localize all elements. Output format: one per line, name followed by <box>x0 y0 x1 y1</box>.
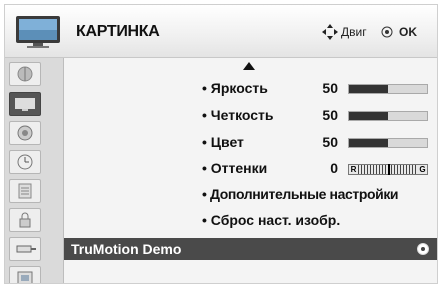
menu-item-tint[interactable]: • Оттенки <box>202 160 267 176</box>
menu-item-truemotion-demo[interactable]: TruMotion Demo <box>64 238 437 260</box>
menu-header: КАРТИНКА Двиг OK <box>5 5 437 58</box>
color-label: • Цвет <box>202 134 244 150</box>
ok-hint: OK <box>399 25 417 39</box>
brightness-slider[interactable] <box>348 84 428 94</box>
lock-icon[interactable] <box>9 208 41 232</box>
brightness-label: • Яркость <box>202 80 268 96</box>
usb-icon[interactable] <box>9 266 41 283</box>
input-icon[interactable] <box>9 237 41 261</box>
time-icon[interactable] <box>9 150 41 174</box>
menu-item-sharpness[interactable]: • Четкость <box>202 107 274 123</box>
advanced-label: • Дополнительные настройки <box>202 186 399 202</box>
audio-icon[interactable] <box>9 121 41 145</box>
truemotion-label: TruMotion Demo <box>71 241 182 257</box>
sharpness-slider[interactable] <box>348 111 428 121</box>
tint-marker <box>388 164 390 175</box>
color-value: 50 <box>322 134 338 150</box>
picture-menu: КАРТИНКА Двиг OK • Яркость 50 • Четкость… <box>4 4 438 284</box>
reset-label: • Сброс наст. изобр. <box>202 212 341 228</box>
color-slider-fill <box>349 139 388 147</box>
color-slider[interactable] <box>348 138 428 148</box>
tint-red-end: R <box>349 165 358 174</box>
sharpness-slider-fill <box>349 112 388 120</box>
move-arrows-icon <box>322 24 338 40</box>
tint-slider[interactable]: R G <box>348 164 428 175</box>
sharpness-label: • Четкость <box>202 107 274 123</box>
category-sidebar <box>5 58 64 283</box>
menu-item-advanced[interactable]: • Дополнительные настройки <box>202 186 399 202</box>
picture-icon[interactable] <box>9 92 41 116</box>
selected-radio-icon <box>417 243 429 255</box>
move-hint: Двиг <box>341 25 367 39</box>
sharpness-value: 50 <box>322 107 338 123</box>
tint-label: • Оттенки <box>202 160 268 176</box>
menu-item-reset[interactable]: • Сброс наст. изобр. <box>202 212 340 228</box>
menu-item-color[interactable]: • Цвет <box>202 134 244 150</box>
option-icon[interactable] <box>9 179 41 203</box>
menu-item-brightness[interactable]: • Яркость <box>202 80 268 96</box>
ok-button-icon <box>381 26 393 38</box>
picture-wizard-icon[interactable] <box>9 62 41 86</box>
brightness-value: 50 <box>322 80 338 96</box>
tint-value: 0 <box>330 160 338 176</box>
page-title: КАРТИНКА <box>76 23 160 40</box>
tint-green-end: G <box>418 165 427 174</box>
brightness-slider-fill <box>349 85 388 93</box>
scroll-up-icon[interactable] <box>243 62 255 70</box>
tv-picture-icon <box>16 16 60 48</box>
